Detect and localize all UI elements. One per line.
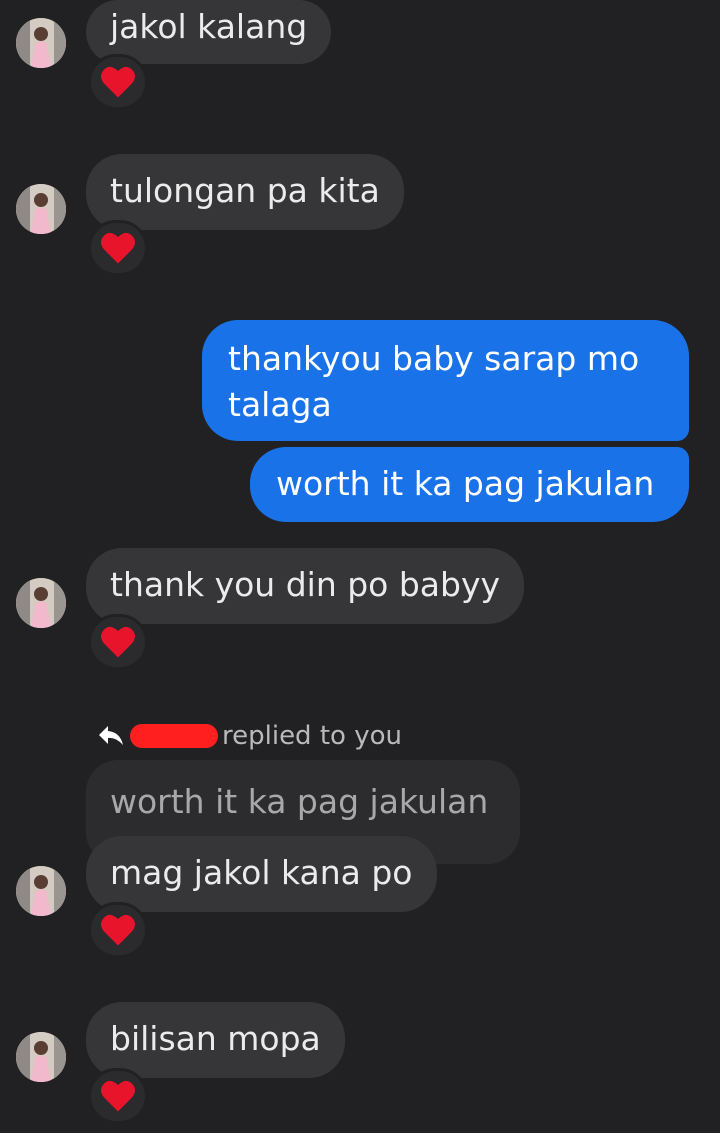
- message-text: thank you din po babyy: [110, 565, 501, 604]
- contact-avatar[interactable]: [16, 866, 66, 916]
- message-text: bilisan mopa: [110, 1019, 321, 1058]
- heart-icon: [101, 626, 135, 658]
- message-text: jakol kalang: [110, 7, 308, 46]
- outgoing-message-bubble[interactable]: worth it ka pag jakulan: [250, 447, 689, 522]
- message-bubble[interactable]: mag jakol kana po: [86, 836, 437, 912]
- message-text: worth it ka pag jakulan: [276, 464, 655, 503]
- heart-reaction[interactable]: [88, 902, 148, 958]
- reply-label-text: replied to you: [222, 721, 402, 751]
- contact-avatar[interactable]: [16, 184, 66, 234]
- redacted-name: [130, 724, 218, 748]
- message-bubble[interactable]: thank you din po babyy: [86, 548, 525, 624]
- message-bubble[interactable]: tulongan pa kita: [86, 154, 404, 230]
- heart-reaction[interactable]: [88, 220, 148, 276]
- message-text-line: thankyou baby sarap mo: [228, 339, 640, 378]
- heart-reaction[interactable]: [88, 54, 148, 110]
- contact-avatar[interactable]: [16, 578, 66, 628]
- contact-avatar[interactable]: [16, 1032, 66, 1082]
- heart-reaction[interactable]: [88, 614, 148, 670]
- message-bubble[interactable]: bilisan mopa: [86, 1002, 345, 1078]
- chat-thread: jakol kalang tulongan pa kita thankyou b…: [0, 0, 720, 1133]
- message-text-line: talaga: [228, 385, 332, 424]
- heart-icon: [101, 66, 135, 98]
- heart-icon: [101, 914, 135, 946]
- heart-reaction[interactable]: [88, 1068, 148, 1124]
- quoted-text: worth it ka pag jakulan: [110, 782, 489, 821]
- reply-header: replied to you: [98, 714, 402, 758]
- message-text: mag jakol kana po: [110, 853, 413, 892]
- contact-avatar[interactable]: [16, 18, 66, 68]
- heart-icon: [101, 1080, 135, 1112]
- reply-arrow-icon: [99, 726, 123, 745]
- outgoing-message-bubble[interactable]: thankyou baby sarap mo talaga: [202, 320, 689, 441]
- heart-icon: [101, 232, 135, 264]
- message-text: tulongan pa kita: [110, 171, 380, 210]
